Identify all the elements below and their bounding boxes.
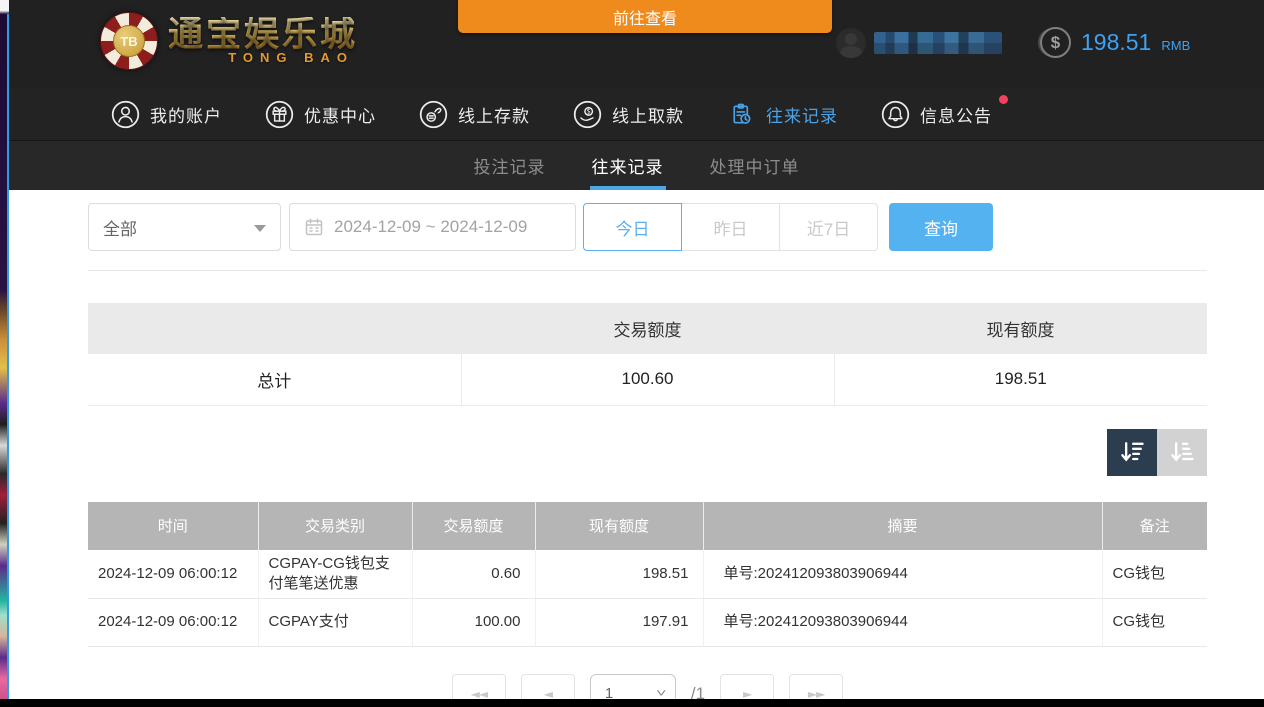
nav-label: 我的账户 [150,102,222,127]
site-header: TB 通宝娱乐城 TONG BAO 前往查看 $ 198.51 RMB [9,0,1264,88]
cell-summary: 单号:202412093803906944 [703,598,1102,646]
nav-item-promotions[interactable]: 优惠中心 [264,99,376,130]
bottom-taskbar-edge [0,699,1264,707]
col-time: 时间 [88,502,258,550]
svg-text:$: $ [587,107,591,115]
cell-amount: 0.60 [412,550,535,599]
sort-ascending-button[interactable] [1157,429,1207,476]
today-button[interactable]: 今日 [583,203,682,251]
type-select-value: 全部 [103,215,137,240]
summary-header-empty [88,303,461,354]
cell-type: CGPAY-CG钱包支付笔笔送优惠 [258,550,412,599]
cell-amount: 100.00 [412,598,535,646]
main-nav: 我的账户 优惠中心 [9,88,1264,140]
chip-badge: TB [113,25,145,57]
content-area: 全部 今日 昨日 近7日 [9,190,1264,707]
search-button[interactable]: 查询 [889,203,993,251]
quick-date-buttons: 今日 昨日 近7日 [583,203,878,251]
cell-note: CG钱包 [1102,598,1207,646]
cell-balance: 198.51 [535,550,703,599]
cell-time: 2024-12-09 06:00:12 [88,598,258,646]
logo-texts: 通宝娱乐城 TONG BAO [168,17,358,65]
nav-item-records[interactable]: 往来记录 [726,99,838,130]
logo-title: 通宝娱乐城 [168,17,358,53]
sort-controls [88,429,1207,476]
window-edge-line [7,14,9,707]
user-area [836,28,1002,58]
col-summary: 摘要 [703,502,1102,550]
logo-subtitle: TONG BAO [168,50,358,65]
last7days-button[interactable]: 近7日 [779,203,878,251]
notification-dot [999,95,1008,104]
user-icon [110,99,141,130]
summary-total-transaction: 100.60 [461,354,834,405]
tab-processing-orders[interactable]: 处理中订单 [708,141,802,190]
sub-nav: 投注记录 往来记录 处理中订单 [9,140,1264,190]
summary-total-label: 总计 [88,354,461,405]
table-row: 2024-12-09 06:00:12 CGPAY支付 100.00 197.9… [88,598,1207,646]
nav-label: 线上取款 [612,102,684,127]
nav-item-withdraw[interactable]: $ 线上取款 [572,99,684,130]
coin-icon: $ [1040,27,1071,58]
desktop-background-sliver [0,0,9,707]
col-balance: 现有额度 [535,502,703,550]
transaction-records-page: TB 通宝娱乐城 TONG BAO 前往查看 $ 198.51 RMB [0,0,1264,707]
records-icon [726,99,757,130]
tab-betting-records[interactable]: 投注记录 [472,141,548,190]
nav-label: 线上存款 [458,102,530,127]
table-row: 2024-12-09 06:00:12 CGPAY-CG钱包支付笔笔送优惠 0.… [88,550,1207,599]
bell-icon [880,99,911,130]
records-header-row: 时间 交易类别 交易额度 现有额度 摘要 备注 [88,502,1207,550]
nav-item-announcements[interactable]: 信息公告 [880,99,992,130]
sort-descending-icon [1118,438,1146,466]
cell-summary: 单号:202412093803906944 [703,550,1102,599]
nav-item-my-account[interactable]: 我的账户 [110,99,222,130]
cell-note: CG钱包 [1102,550,1207,599]
cell-type: CGPAY支付 [258,598,412,646]
filter-row: 全部 今日 昨日 近7日 [88,203,1207,251]
sort-descending-button[interactable] [1107,429,1157,476]
nav-label: 往来记录 [766,102,838,127]
section-divider [88,270,1207,271]
gift-icon [264,99,295,130]
date-range-picker[interactable] [289,203,576,251]
col-type: 交易类别 [258,502,412,550]
calendar-icon [304,217,324,237]
date-range-input[interactable] [334,217,561,237]
cell-time: 2024-12-09 06:00:12 [88,550,258,599]
username-redacted [874,32,1002,54]
avatar [836,28,866,58]
summary-header-row: 交易额度 现有额度 [88,303,1207,354]
col-amount: 交易额度 [412,502,535,550]
nav-label: 优惠中心 [304,102,376,127]
summary-header-transaction: 交易额度 [461,303,834,354]
sort-ascending-icon [1168,438,1196,466]
balance-amount: 198.51 [1081,29,1151,56]
tab-transaction-records[interactable]: 往来记录 [590,141,666,190]
go-view-banner-button[interactable]: 前往查看 [458,0,832,33]
site-logo[interactable]: TB 通宝娱乐城 TONG BAO [100,12,358,70]
nav-item-deposit[interactable]: 线上存款 [418,99,530,130]
chevron-down-icon [254,225,266,232]
deposit-icon [418,99,449,130]
balance-display: $ 198.51 RMB [1040,27,1190,58]
summary-table: 交易额度 现有额度 总计 100.60 198.51 [88,303,1207,406]
summary-total-balance: 198.51 [834,354,1207,405]
nav-label: 信息公告 [920,102,992,127]
type-select[interactable]: 全部 [88,203,281,251]
cell-balance: 197.91 [535,598,703,646]
col-note: 备注 [1102,502,1207,550]
summary-total-row: 总计 100.60 198.51 [88,354,1207,405]
chevron-down-icon: ˅ [657,688,667,700]
casino-chip-icon: TB [100,12,158,70]
balance-currency: RMB [1161,38,1190,53]
summary-header-balance: 现有额度 [834,303,1207,354]
yesterday-button[interactable]: 昨日 [681,203,780,251]
records-table: 时间 交易类别 交易额度 现有额度 摘要 备注 2024-12-09 06:00… [88,502,1207,647]
withdraw-icon: $ [572,99,603,130]
